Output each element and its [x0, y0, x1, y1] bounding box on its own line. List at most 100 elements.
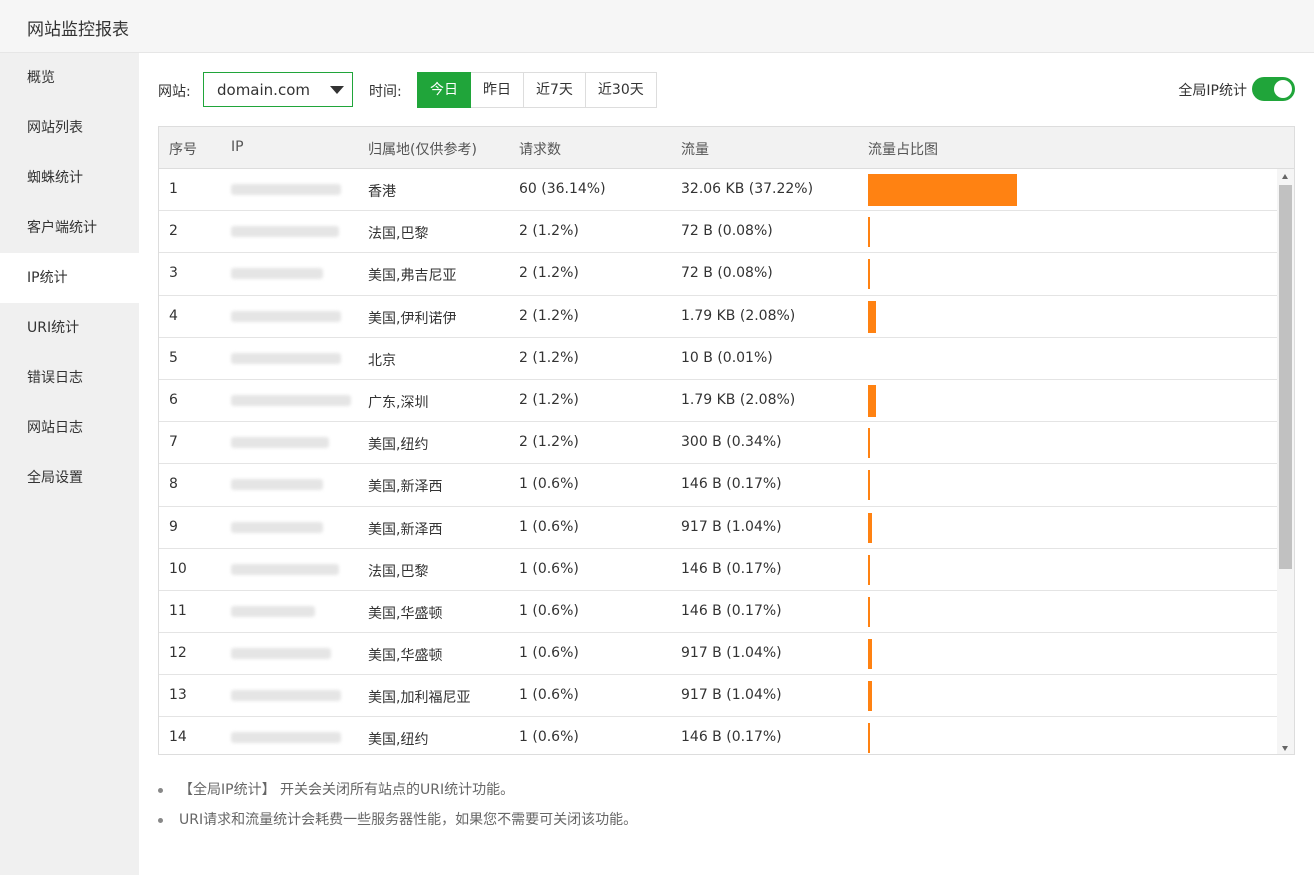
row-location: 美国,纽约	[368, 437, 429, 454]
row-index: 7	[169, 434, 178, 451]
row-traffic: 300 B (0.34%)	[681, 434, 782, 451]
row-index: 11	[169, 602, 187, 619]
row-requests: 60 (36.14%)	[519, 181, 606, 197]
table-row: 12 美国,华盛顿 1 (0.6%) 917 B (1.04%)	[159, 633, 1277, 676]
traffic-share-bar	[868, 596, 870, 627]
ip-address-redacted	[231, 437, 329, 449]
ip-address-redacted	[231, 226, 339, 238]
note-item: 【全局IP统计】 开关会关闭所有站点的URI统计功能。	[158, 779, 1258, 809]
row-location: 美国,伊利诺伊	[368, 310, 457, 327]
time-7days-button[interactable]: 近7天	[523, 72, 586, 108]
traffic-share-bar	[868, 384, 877, 417]
traffic-share-bar	[868, 512, 873, 543]
row-location: 法国,巴黎	[368, 226, 429, 243]
sidebar-item-uri-stats[interactable]: URI统计	[0, 303, 139, 353]
row-traffic: 72 B (0.08%)	[681, 265, 773, 282]
sidebar: 概览 网站列表 蜘蛛统计 客户端统计 IP统计 URI统计 错误日志 网站日志 …	[0, 53, 139, 875]
traffic-share-bar	[868, 217, 870, 248]
row-traffic: 146 B (0.17%)	[681, 602, 782, 619]
time-30days-button[interactable]: 近30天	[584, 72, 657, 108]
traffic-share-bar	[868, 554, 870, 585]
ip-address-redacted	[231, 268, 323, 280]
row-requests: 1 (0.6%)	[519, 560, 579, 577]
row-requests: 1 (0.6%)	[519, 729, 579, 746]
time-label: 时间:	[369, 84, 402, 100]
row-index: 4	[169, 307, 178, 324]
row-traffic: 146 B (0.17%)	[681, 729, 782, 746]
ip-address-redacted	[231, 310, 341, 322]
site-select[interactable]: domain.com	[203, 72, 353, 107]
row-index: 5	[169, 349, 178, 366]
traffic-share-bar	[868, 639, 873, 670]
table-body: 1 香港 60 (36.14%) 32.06 KB (37.22%) 2 法国,巴黎 2 (…	[159, 169, 1277, 754]
table-row: 1 香港 60 (36.14%) 32.06 KB (37.22%)	[159, 169, 1277, 212]
traffic-share-bar	[868, 259, 870, 290]
row-traffic: 917 B (1.04%)	[681, 645, 782, 662]
column-header-traffic: 流量	[681, 142, 709, 158]
table-row: 5 北京 2 (1.2%) 10 B (0.01%)	[159, 338, 1277, 380]
table-header: 序号 IP 归属地(仅供参考) 请求数 流量 流量占比图	[159, 127, 1294, 169]
time-today-button[interactable]: 今日	[417, 72, 471, 108]
column-header-location: 归属地(仅供参考)	[368, 142, 477, 158]
ip-address-redacted	[231, 184, 341, 195]
row-requests: 1 (0.6%)	[519, 518, 579, 535]
title-bar: 网站监控报表	[0, 0, 1314, 53]
row-location: 美国,弗吉尼亚	[368, 268, 457, 285]
traffic-share-bar	[868, 470, 870, 501]
row-location: 美国,华盛顿	[368, 605, 443, 622]
table-row: 8 美国,新泽西 1 (0.6%) 146 B (0.17%)	[159, 464, 1277, 507]
traffic-share-bar	[868, 428, 870, 459]
sidebar-item-global-settings[interactable]: 全局设置	[0, 453, 139, 503]
sidebar-item-site-log[interactable]: 网站日志	[0, 403, 139, 453]
traffic-share-bar	[868, 681, 873, 712]
row-traffic: 32.06 KB (37.22%)	[681, 181, 814, 197]
traffic-share-bar	[868, 174, 1017, 206]
table-row: 7 美国,纽约 2 (1.2%) 300 B (0.34%)	[159, 422, 1277, 465]
time-range-group: 今日 昨日 近7天 近30天	[417, 72, 657, 108]
row-requests: 1 (0.6%)	[519, 602, 579, 619]
row-index: 2	[169, 223, 178, 240]
sidebar-item-site-list[interactable]: 网站列表	[0, 103, 139, 153]
scroll-down-icon[interactable]	[1282, 746, 1288, 751]
time-yesterday-button[interactable]: 昨日	[470, 72, 524, 108]
global-ip-stats-toggle[interactable]	[1252, 77, 1295, 101]
row-traffic: 146 B (0.17%)	[681, 476, 782, 493]
table-row: 4 美国,伊利诺伊 2 (1.2%) 1.79 KB (2.08%)	[159, 296, 1277, 338]
row-location: 美国,新泽西	[368, 521, 443, 538]
table-scrollbar[interactable]	[1277, 169, 1294, 754]
column-header-traffic-chart: 流量占比图	[868, 142, 938, 158]
sidebar-item-error-log[interactable]: 错误日志	[0, 353, 139, 403]
ip-address-redacted	[231, 521, 323, 533]
row-traffic: 1.79 KB (2.08%)	[681, 391, 796, 408]
sidebar-item-spider-stats[interactable]: 蜘蛛统计	[0, 153, 139, 203]
row-requests: 2 (1.2%)	[519, 434, 579, 451]
row-traffic: 917 B (1.04%)	[681, 518, 782, 535]
row-requests: 2 (1.2%)	[519, 349, 579, 366]
row-requests: 2 (1.2%)	[519, 265, 579, 282]
row-index: 13	[169, 687, 187, 704]
column-header-index: 序号	[169, 142, 197, 158]
row-index: 1	[169, 181, 178, 197]
row-index: 3	[169, 265, 178, 282]
scroll-up-icon[interactable]	[1282, 174, 1288, 179]
help-notes: 【全局IP统计】 开关会关闭所有站点的URI统计功能。 URI请求和流量统计会耗…	[158, 779, 1258, 839]
row-location: 法国,巴黎	[368, 563, 429, 580]
sidebar-item-ip-stats[interactable]: IP统计	[0, 253, 139, 303]
table-row: 14 美国,纽约 1 (0.6%) 146 B (0.17%)	[159, 717, 1277, 754]
row-traffic: 72 B (0.08%)	[681, 223, 773, 240]
sidebar-item-overview[interactable]: 概览	[0, 53, 139, 103]
row-index: 12	[169, 645, 187, 662]
scrollbar-thumb[interactable]	[1279, 185, 1292, 569]
sidebar-item-client-stats[interactable]: 客户端统计	[0, 203, 139, 253]
ip-address-redacted	[231, 605, 315, 617]
row-traffic: 917 B (1.04%)	[681, 687, 782, 704]
ip-address-redacted	[231, 479, 323, 491]
ip-stats-table: 序号 IP 归属地(仅供参考) 请求数 流量 流量占比图 1 香港 60 (36.1…	[158, 126, 1295, 755]
traffic-share-bar	[868, 300, 877, 333]
row-index: 8	[169, 476, 178, 493]
traffic-share-bar	[868, 723, 870, 754]
ip-address-redacted	[231, 352, 341, 364]
global-ip-stats-label: 全局IP统计	[1178, 83, 1247, 99]
row-requests: 1 (0.6%)	[519, 645, 579, 662]
table-row: 9 美国,新泽西 1 (0.6%) 917 B (1.04%)	[159, 507, 1277, 549]
